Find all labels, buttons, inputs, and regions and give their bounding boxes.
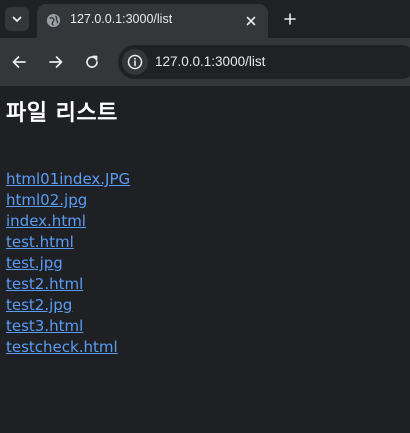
address-bar[interactable]: 127.0.0.1:3000/list — [118, 45, 410, 79]
list-item: html01index.JPG — [6, 169, 130, 190]
file-link[interactable]: test2.jpg — [6, 295, 130, 316]
list-item: test.jpg — [6, 253, 130, 274]
forward-button[interactable] — [45, 51, 67, 73]
list-item: testcheck.html — [6, 337, 130, 358]
arrow-right-icon — [49, 56, 63, 68]
new-tab-button[interactable] — [280, 9, 300, 29]
file-link[interactable]: html02.jpg — [6, 190, 130, 211]
globe-icon — [46, 13, 61, 28]
list-item: html02.jpg — [6, 190, 130, 211]
file-link[interactable]: testcheck.html — [6, 337, 130, 358]
file-link[interactable]: test2.html — [6, 274, 130, 295]
back-button[interactable] — [8, 51, 30, 73]
page-content: 파일 리스트 html01index.JPG html02.jpg index.… — [0, 86, 410, 433]
file-list: html01index.JPG html02.jpg index.html te… — [6, 169, 130, 358]
file-link[interactable]: html01index.JPG — [6, 169, 130, 190]
list-item: test.html — [6, 232, 130, 253]
plus-icon — [284, 13, 296, 25]
list-item: test2.jpg — [6, 295, 130, 316]
reload-icon — [86, 55, 98, 68]
file-link[interactable]: test.jpg — [6, 253, 130, 274]
close-icon — [246, 16, 256, 26]
list-item: index.html — [6, 211, 130, 232]
info-icon — [127, 54, 143, 70]
list-item: test2.html — [6, 274, 130, 295]
chevron-down-icon — [12, 16, 22, 22]
reload-button[interactable] — [81, 51, 103, 73]
file-link[interactable]: index.html — [6, 211, 130, 232]
tab-title: 127.0.0.1:3000/list — [70, 12, 173, 26]
arrow-left-icon — [12, 56, 26, 68]
url-text: 127.0.0.1:3000/list — [155, 54, 266, 69]
browser-toolbar: 127.0.0.1:3000/list — [0, 38, 410, 86]
tab-search-button[interactable] — [5, 7, 29, 31]
page-title: 파일 리스트 — [6, 101, 118, 126]
tab-active[interactable]: 127.0.0.1:3000/list — [37, 4, 268, 38]
browser-window: 127.0.0.1:3000/list 127.0.0.1:3000/list … — [0, 0, 410, 433]
tab-close-button[interactable] — [242, 12, 260, 30]
file-link[interactable]: test3.html — [6, 316, 130, 337]
file-link[interactable]: test.html — [6, 232, 130, 253]
site-info-button[interactable] — [122, 49, 148, 75]
list-item: test3.html — [6, 316, 130, 337]
tab-strip: 127.0.0.1:3000/list — [0, 0, 410, 38]
